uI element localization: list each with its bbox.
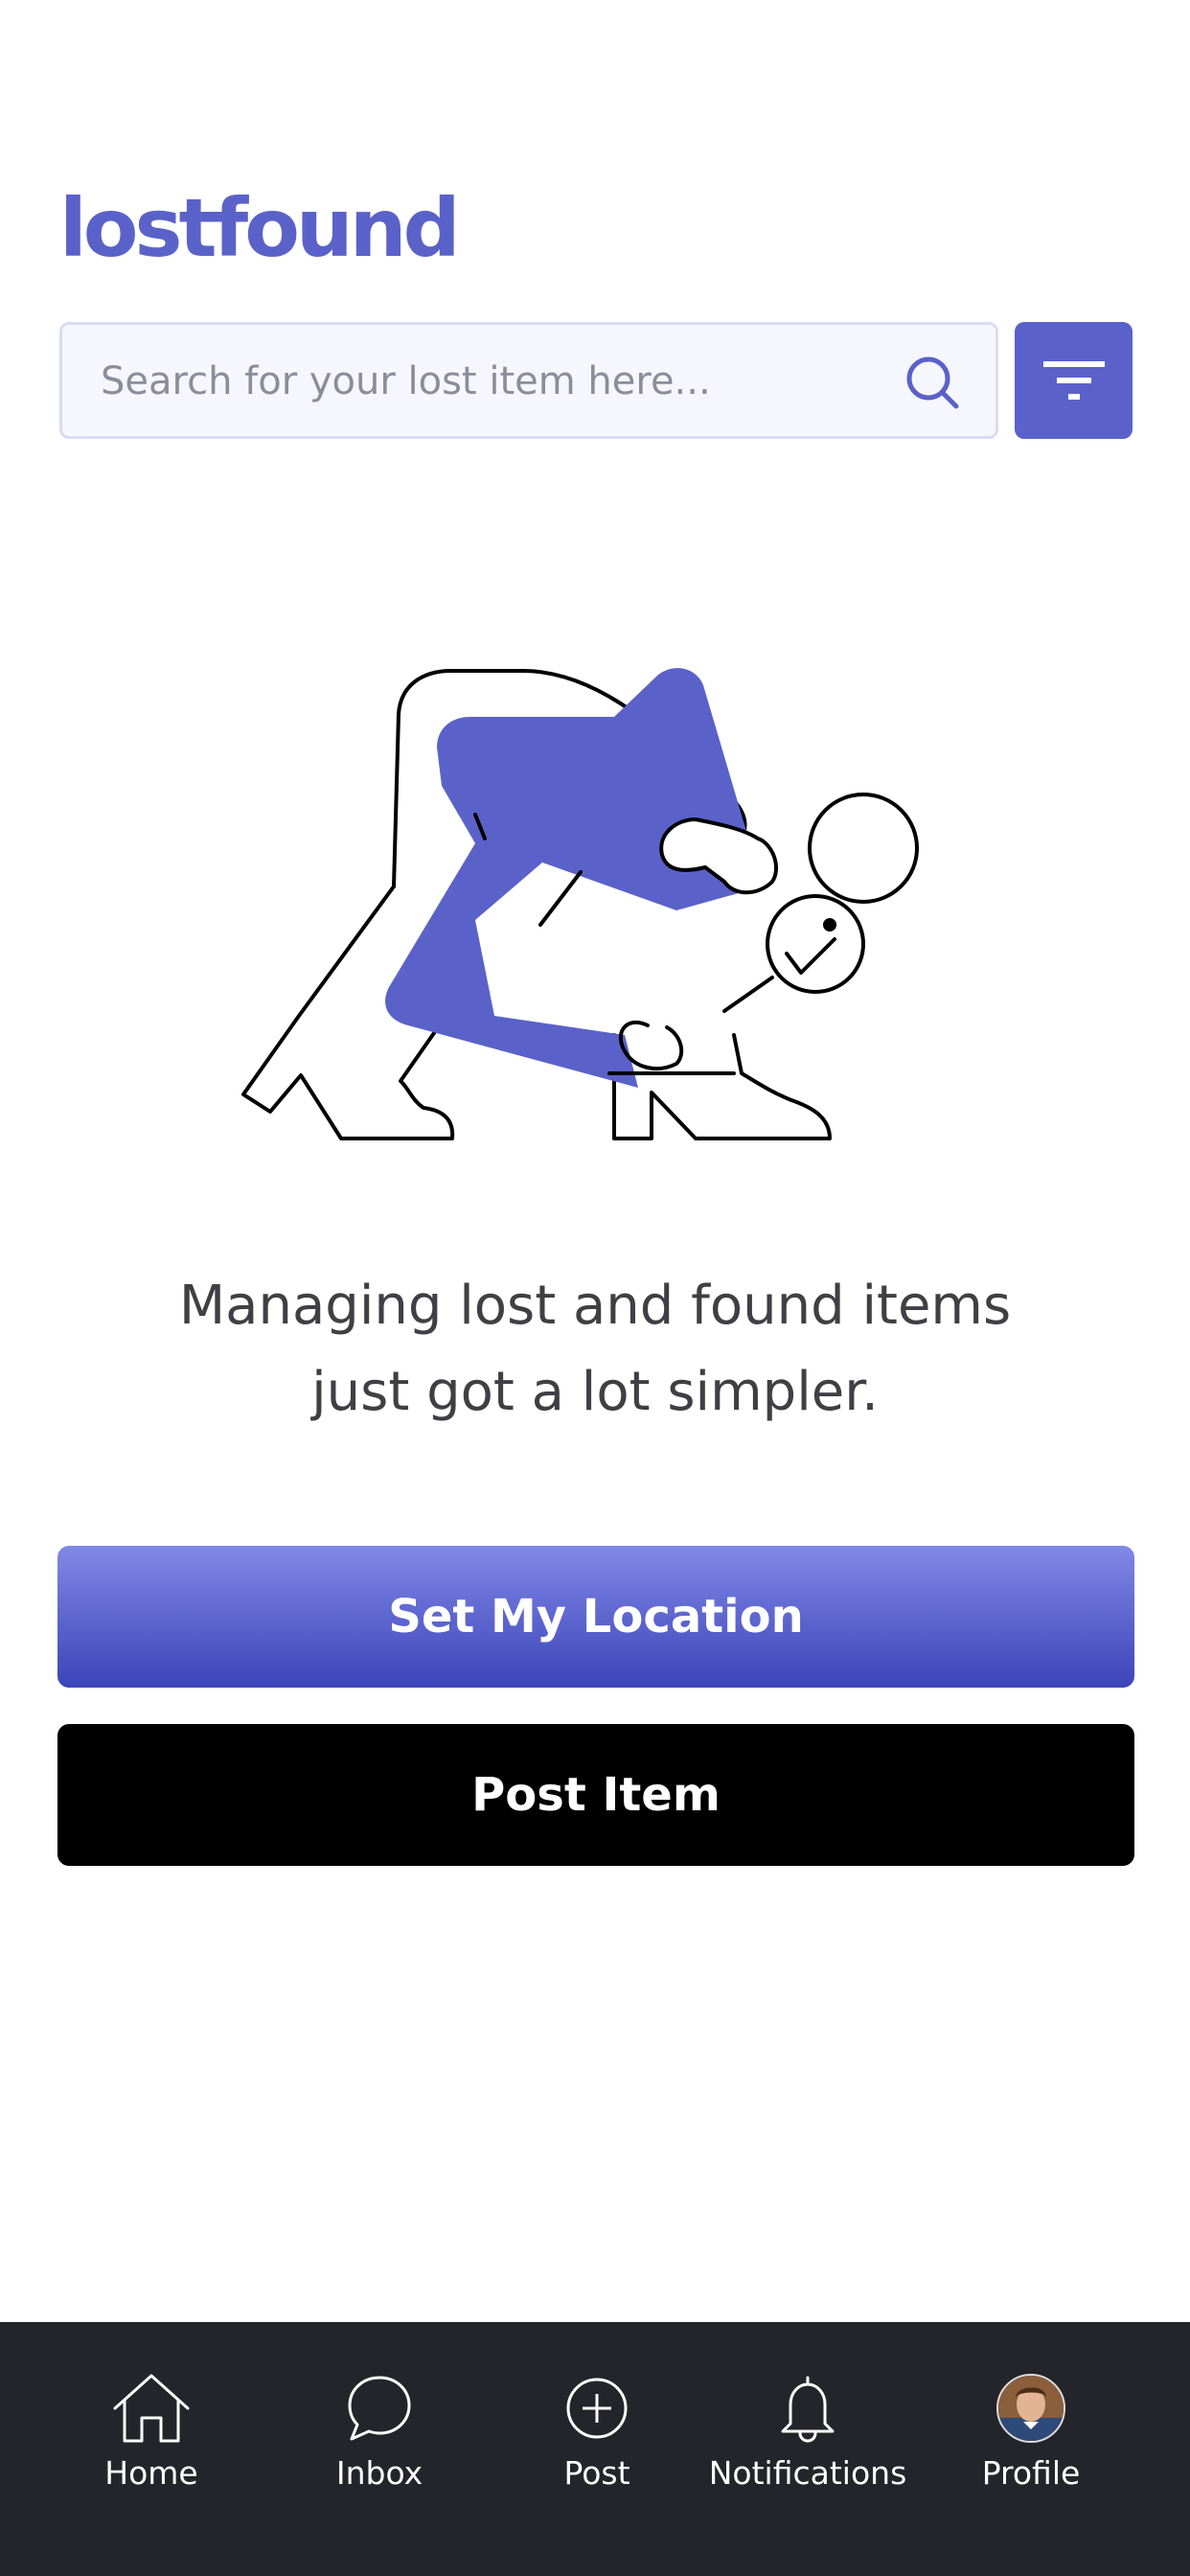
home-icon	[113, 2374, 190, 2443]
filter-icon	[1042, 361, 1105, 400]
tagline: Managing lost and found items just got a…	[0, 1263, 1190, 1436]
tagline-line-2: just got a lot simpler.	[311, 1361, 879, 1423]
tab-post-label: Post	[563, 2454, 630, 2492]
tab-profile[interactable]: Profile	[912, 2322, 1150, 2514]
bell-icon	[781, 2376, 835, 2443]
avatar	[996, 2374, 1065, 2443]
search-icon[interactable]	[902, 352, 963, 413]
filter-button[interactable]	[1015, 322, 1133, 439]
tab-home-label: Home	[104, 2454, 198, 2492]
tab-inbox[interactable]: Inbox	[261, 2322, 498, 2514]
tab-profile-label: Profile	[981, 2454, 1081, 2492]
tab-inbox-label: Inbox	[335, 2454, 423, 2492]
tagline-line-1: Managing lost and found items	[178, 1275, 1012, 1337]
search-input[interactable]	[99, 325, 888, 438]
bottom-tab-bar: Home Inbox Post Notifications Profile	[0, 2322, 1190, 2576]
tab-post[interactable]: Post	[478, 2322, 716, 2514]
set-location-button[interactable]: Set My Location	[57, 1546, 1134, 1688]
tab-home[interactable]: Home	[33, 2322, 270, 2514]
app-logo: lostfound	[59, 181, 461, 275]
tab-notifications-label: Notifications	[708, 2454, 907, 2492]
search-bar[interactable]	[59, 322, 998, 439]
tab-notifications[interactable]: Notifications	[689, 2322, 927, 2514]
post-item-button[interactable]: Post Item	[57, 1724, 1134, 1866]
plus-circle-icon	[566, 2378, 628, 2439]
hero-illustration	[241, 668, 919, 1140]
chat-bubble-icon	[348, 2376, 411, 2441]
